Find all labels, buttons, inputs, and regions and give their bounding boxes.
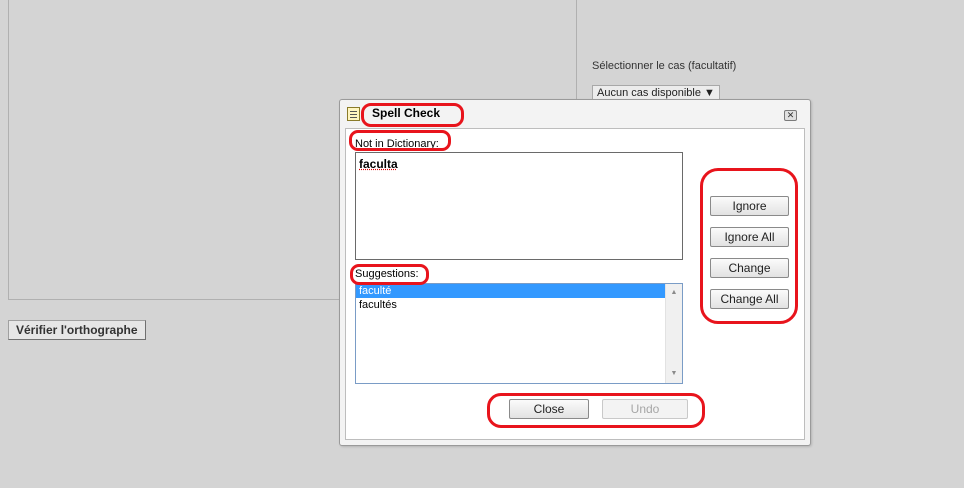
spell-check-dialog: Spell Check ✕ Not in Dictionary: faculta…: [339, 99, 811, 446]
scroll-up-arrow-icon[interactable]: ▲: [666, 286, 682, 300]
suggestions-scrollbar[interactable]: ▲ ▼: [665, 284, 682, 383]
suggestion-item[interactable]: facultés: [356, 298, 665, 312]
suggestions-list[interactable]: faculté facultés ▲ ▼: [355, 283, 683, 384]
close-icon[interactable]: ✕: [784, 110, 797, 121]
dialog-body: Not in Dictionary: faculta Suggestions: …: [345, 128, 805, 440]
change-all-button[interactable]: Change All: [710, 289, 789, 309]
misspelled-word: faculta: [359, 157, 398, 171]
dialog-title: Spell Check: [372, 106, 441, 120]
suggestion-item[interactable]: faculté: [356, 284, 665, 298]
close-button[interactable]: Close: [509, 399, 589, 419]
notepad-icon: [347, 107, 360, 121]
suggestions-label: Suggestions:: [355, 268, 419, 280]
not-in-dictionary-label: Not in Dictionary:: [355, 138, 439, 150]
not-in-dictionary-box[interactable]: faculta: [355, 152, 683, 260]
dropdown-arrow-icon: ▼: [704, 87, 715, 99]
case-select-value: Aucun cas disponible: [597, 87, 701, 99]
spellcheck-button[interactable]: Vérifier l'orthographe: [8, 320, 146, 340]
ignore-button[interactable]: Ignore: [710, 196, 789, 216]
ignore-all-button[interactable]: Ignore All: [710, 227, 789, 247]
scroll-down-arrow-icon[interactable]: ▼: [666, 367, 682, 381]
undo-button[interactable]: Undo: [602, 399, 688, 419]
case-label: Sélectionner le cas (facultatif): [592, 60, 737, 72]
change-button[interactable]: Change: [710, 258, 789, 278]
